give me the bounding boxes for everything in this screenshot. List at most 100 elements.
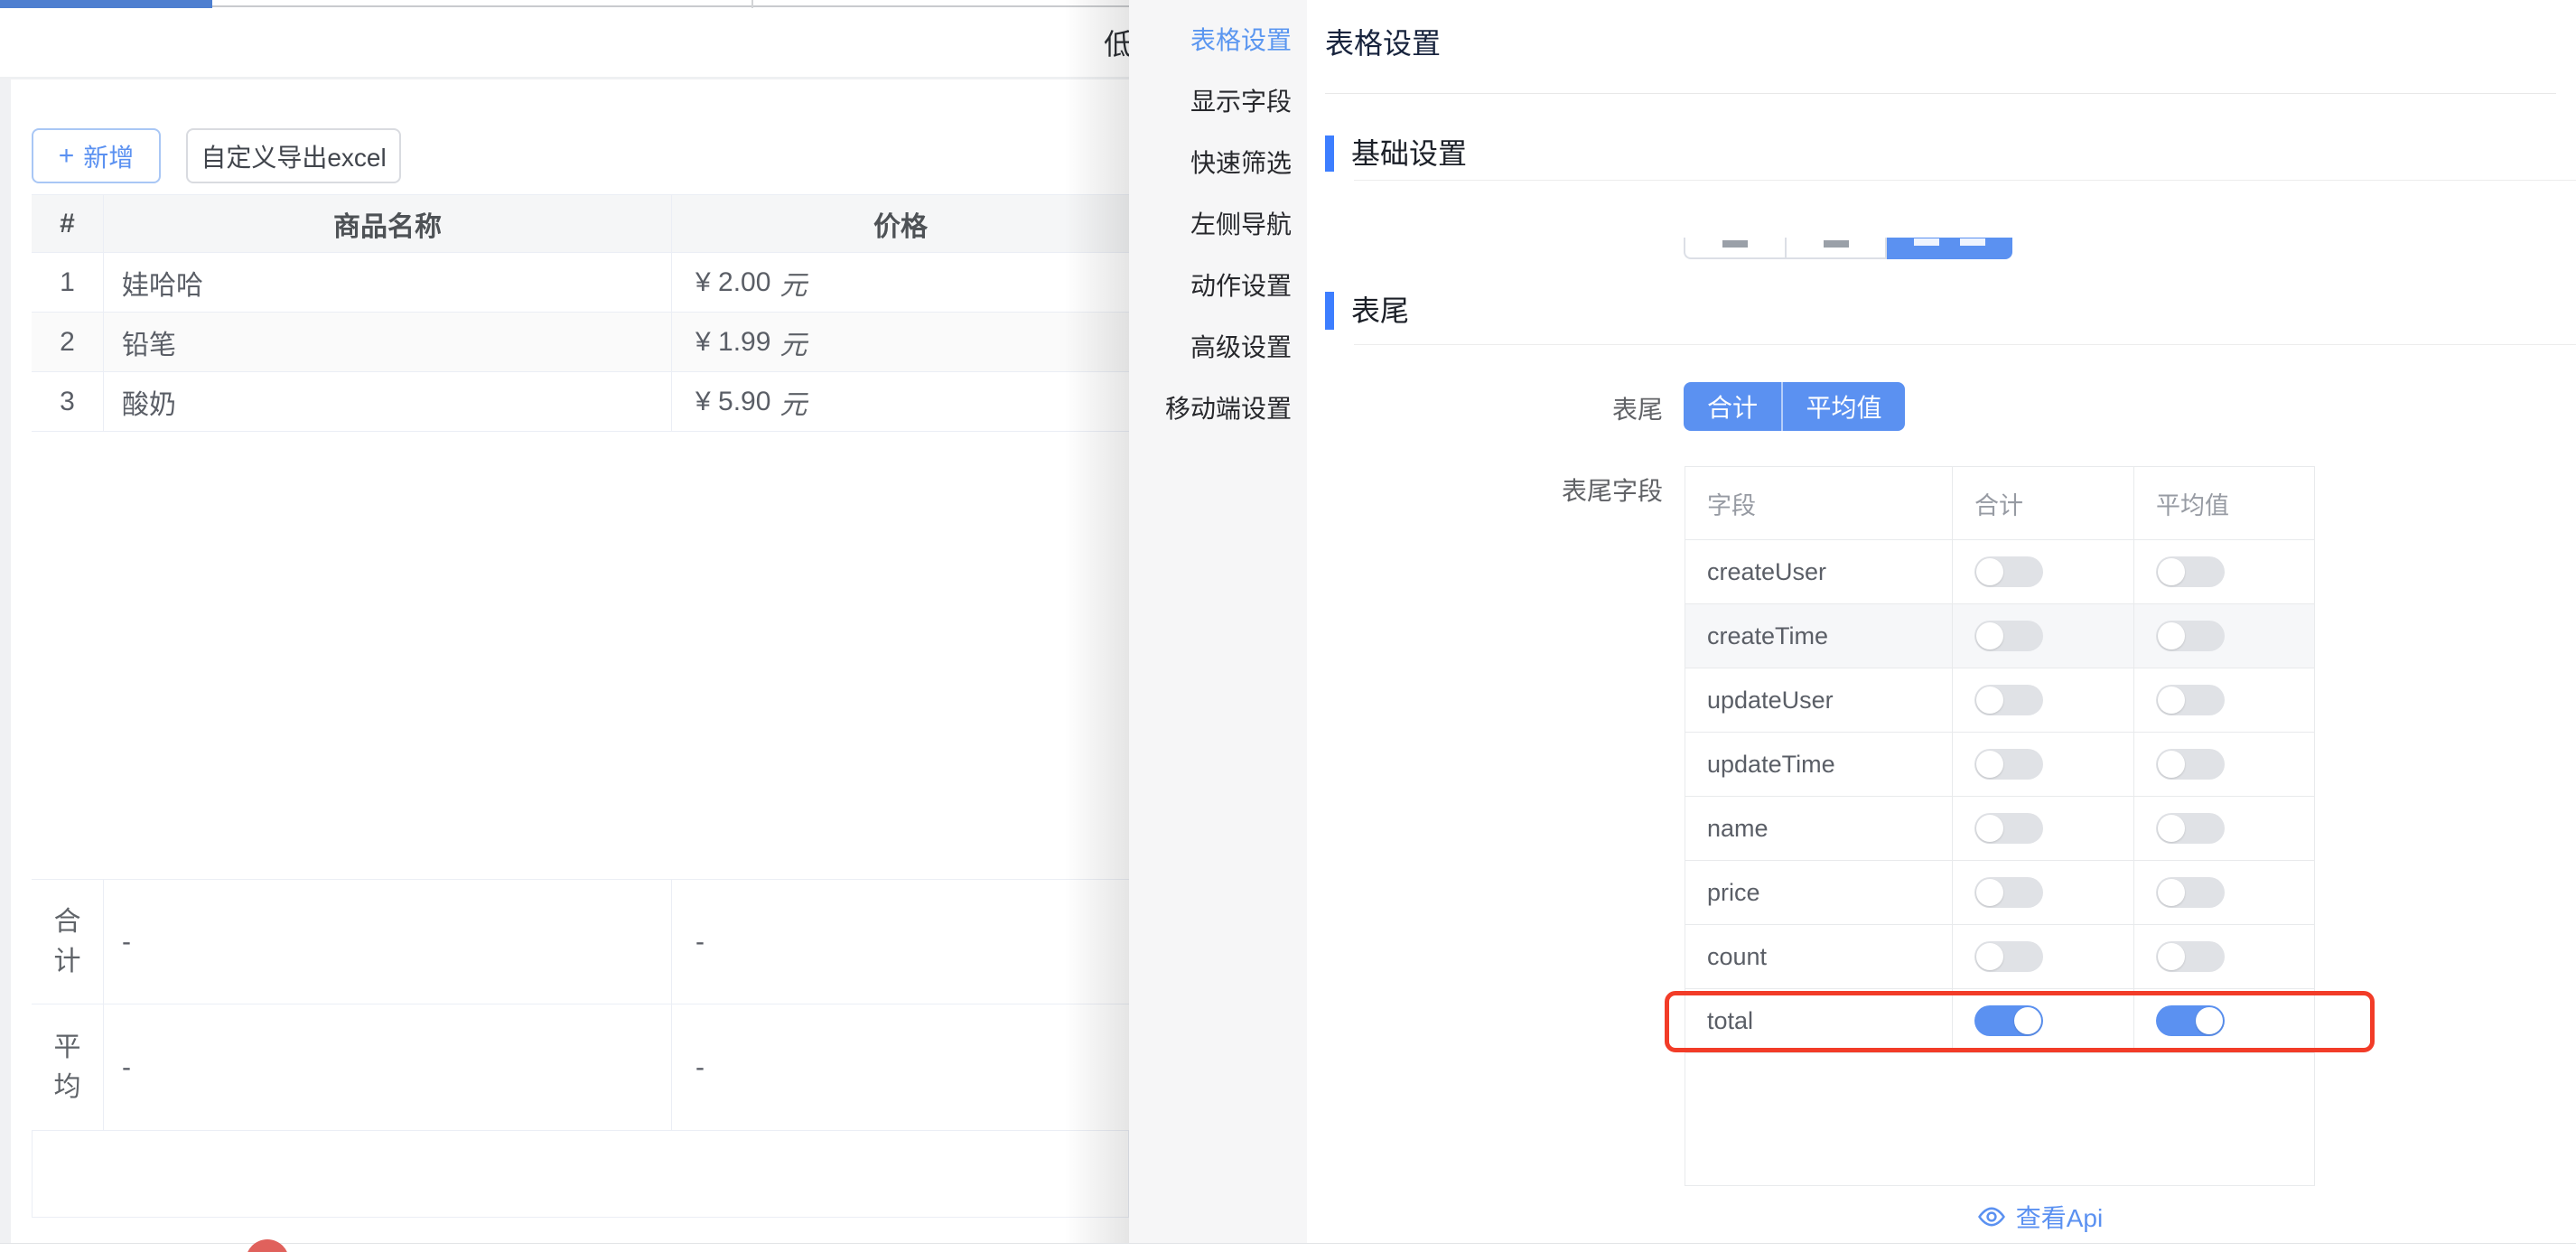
sum-toggle[interactable] [1974,941,2043,972]
tab-divider [751,0,753,8]
field-name: updateTime [1685,733,1953,796]
drawer-menu-item[interactable]: 高级设置 [1129,317,1307,378]
avg-toggle[interactable] [2156,749,2225,780]
eye-icon [1976,1206,2007,1228]
header-price: 价格 [672,195,1129,252]
footer-type-button-group: 合计 平均值 [1684,382,1905,431]
add-button[interactable]: + 新增 [32,128,161,183]
summary-row-total: 合计 - - [32,879,1129,1004]
table-row[interactable]: 1 娃哈哈 ¥ 2.00 元 [32,253,1129,313]
footer-fields-table: 字段 合计 平均值 createUser [1685,466,2315,1186]
footer-form-label: 表尾 [1533,395,1663,425]
footer-type-option[interactable]: 合计 [1684,382,1783,431]
price-unit: 元 [779,322,807,362]
footer-type-option[interactable]: 平均值 [1783,382,1905,431]
field-row: name [1685,797,2314,861]
footer-strip [0,1244,2576,1252]
view-api-link[interactable]: 查看Api [1724,1201,2355,1232]
field-row: updateUser [1685,668,2314,733]
summary-total-name: - [104,880,672,1004]
section-accent-bar [1325,292,1334,330]
drawer-menu-item[interactable]: 动作设置 [1129,256,1307,317]
drawer-menu-item[interactable]: 表格设置 [1129,10,1307,71]
row-index: 1 [32,253,104,312]
field-row: createTime [1685,604,2314,668]
screen: 低 + 新增 自定义导出excel # 商品名称 价格 1 娃哈哈 ¥ 2.00 [0,0,2576,1252]
field-name: name [1685,797,1953,860]
row-price: ¥ 2.00 元 [672,253,1129,312]
add-button-label: 新增 [83,138,134,174]
drawer-shadow [1064,0,1129,1252]
export-button-label: 自定义导出excel [201,138,386,174]
row-price: ¥ 5.90 元 [672,372,1129,431]
field-row: count [1685,925,2314,989]
summary-average-name: - [104,1004,672,1130]
footer-fields-label: 表尾字段 [1533,476,1663,507]
col-field: 字段 [1685,467,1953,539]
sum-toggle[interactable] [1974,877,2043,908]
top-progress-bar [0,0,212,8]
plus-icon: + [59,141,75,172]
avg-toggle[interactable] [2156,941,2225,972]
avg-toggle[interactable] [2156,1005,2225,1036]
footer-divider [0,1243,2576,1244]
price-unit: 元 [779,382,807,422]
col-sum: 合计 [1953,467,2134,539]
section-accent-bar [1325,135,1334,172]
drawer-menu-item[interactable]: 显示字段 [1129,71,1307,133]
field-name: createUser [1685,540,1953,603]
product-table-header: # 商品名称 价格 [32,194,1129,253]
field-name: total [1685,989,1953,1052]
avg-toggle[interactable] [2156,556,2225,587]
drawer-menu-item[interactable]: 快速筛选 [1129,133,1307,194]
row-index: 3 [32,372,104,431]
divider [1354,180,2576,181]
sum-toggle[interactable] [1974,1005,2043,1036]
clipped-segment [1785,238,1887,259]
summary-total-price: - [672,880,1129,1004]
sum-toggle[interactable] [1974,749,2043,780]
divider [1325,93,2556,94]
header-index: # [32,195,104,252]
field-name: updateUser [1685,668,1953,732]
col-avg: 平均值 [2134,467,2314,539]
avg-toggle[interactable] [2156,877,2225,908]
table-row[interactable]: 3 酸奶 ¥ 5.90 元 [32,372,1129,432]
sum-toggle[interactable] [1974,685,2043,715]
avg-toggle[interactable] [2156,813,2225,844]
clipped-button-group[interactable] [1684,238,2012,259]
table-row[interactable]: 2 铅笔 ¥ 1.99 元 [32,313,1129,372]
field-row: price [1685,861,2314,925]
section-title-footer: 表尾 [1351,293,1409,329]
price-amount: ¥ 5.90 [695,387,770,417]
sum-toggle[interactable] [1974,556,2043,587]
clipped-segment [1684,238,1785,259]
sum-toggle[interactable] [1974,813,2043,844]
pagination-strip [32,1131,1129,1218]
field-name: count [1685,925,1953,988]
summary-label-total: 合计 [54,902,81,982]
drawer-menu-item[interactable]: 移动端设置 [1129,378,1307,440]
sum-toggle[interactable] [1974,621,2043,651]
header-name: 商品名称 [104,195,672,252]
summary-label-average: 平均 [54,1028,81,1107]
drawer-title: 表格设置 [1325,25,1441,61]
drawer-menu-item[interactable]: 左侧导航 [1129,194,1307,256]
clipped-segment-selected [1887,238,2012,259]
row-index: 2 [32,313,104,371]
summary-average-price: - [672,1004,1129,1130]
field-row: total [1685,989,2314,1053]
avg-toggle[interactable] [2156,621,2225,651]
product-table-body: 1 娃哈哈 ¥ 2.00 元 2 铅笔 ¥ 1.99 元 [11,253,1129,432]
drawer-panel: 表格设置 基础设置 表尾 表尾 合计 [1307,0,2576,1252]
export-excel-button[interactable]: 自定义导出excel [186,128,401,183]
row-product-name: 酸奶 [104,372,672,431]
summary-row-average: 平均 - - [32,1004,1129,1131]
drawer-menu: 表格设置 显示字段 快速筛选 左侧导航 动作设置 高级设置 移动端设置 [1129,0,1307,1252]
footer-fields-table-header: 字段 合计 平均值 [1685,467,2314,540]
price-amount: ¥ 2.00 [695,267,770,298]
view-api-label: 查看Api [2016,1199,2103,1235]
row-price: ¥ 1.99 元 [672,313,1129,371]
avg-toggle[interactable] [2156,685,2225,715]
price-unit: 元 [779,263,807,303]
